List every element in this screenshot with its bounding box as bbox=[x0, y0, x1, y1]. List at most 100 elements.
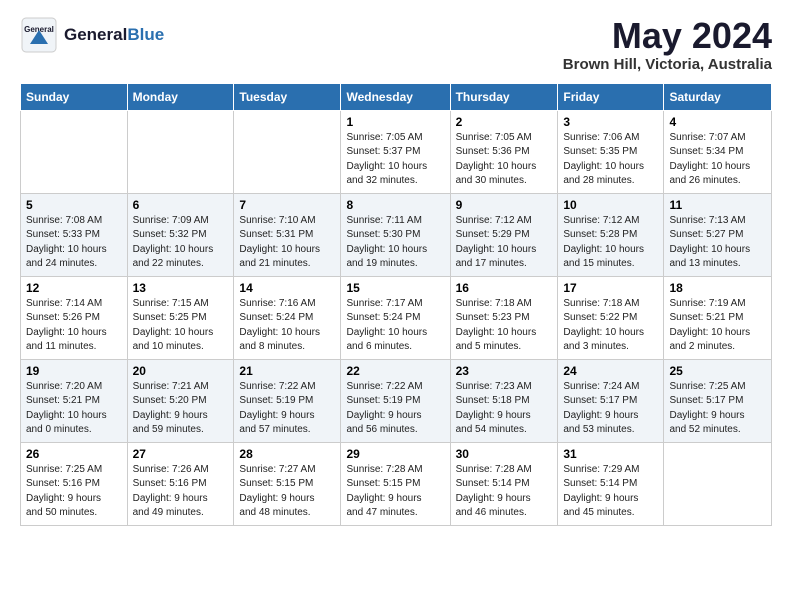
day-info: Sunrise: 7:12 AMSunset: 5:28 PMDaylight:… bbox=[563, 214, 658, 272]
day-info: Sunrise: 7:19 AMSunset: 5:21 PMDaylight:… bbox=[669, 297, 766, 355]
day-info: Sunrise: 7:08 AMSunset: 5:33 PMDaylight:… bbox=[26, 214, 122, 272]
day-info: Sunrise: 7:14 AMSunset: 5:26 PMDaylight:… bbox=[26, 297, 122, 355]
week-row-2: 5 Sunrise: 7:08 AMSunset: 5:33 PMDaylight… bbox=[21, 193, 772, 276]
cell-w5-d1: 27Sunrise: 7:26 AMSunset: 5:16 PMDayligh… bbox=[127, 442, 234, 525]
day-info: Sunrise: 7:28 AMSunset: 5:15 PMDaylight:… bbox=[346, 463, 444, 521]
day-info: Sunrise: 7:15 AMSunset: 5:25 PMDaylight:… bbox=[133, 297, 229, 355]
day-info: Sunrise: 7:10 AMSunset: 5:31 PMDaylight:… bbox=[239, 214, 335, 272]
cell-w4-d5: 24Sunrise: 7:24 AMSunset: 5:17 PMDayligh… bbox=[558, 359, 664, 442]
day-number: 15 bbox=[346, 281, 444, 295]
cell-w3-d3: 15 Sunrise: 7:17 AMSunset: 5:24 PMDayligh… bbox=[341, 276, 450, 359]
cell-w1-d1 bbox=[127, 110, 234, 193]
day-number: 7 bbox=[239, 198, 335, 212]
day-number: 31 bbox=[563, 447, 658, 461]
cell-w3-d0: 12Sunrise: 7:14 AMSunset: 5:26 PMDayligh… bbox=[21, 276, 128, 359]
day-number: 3 bbox=[563, 115, 658, 129]
cell-w5-d2: 28 Sunrise: 7:27 AMSunset: 5:15 PMDayligh… bbox=[234, 442, 341, 525]
day-info: Sunrise: 7:11 AMSunset: 5:30 PMDaylight:… bbox=[346, 214, 444, 272]
cell-w3-d1: 13 Sunrise: 7:15 AMSunset: 5:25 PMDayligh… bbox=[127, 276, 234, 359]
month-title: May 2024 bbox=[563, 16, 772, 56]
cell-w4-d4: 23Sunrise: 7:23 AMSunset: 5:18 PMDayligh… bbox=[450, 359, 558, 442]
calendar-table: Sunday Monday Tuesday Wednesday Thursday… bbox=[20, 83, 772, 526]
header-friday: Friday bbox=[558, 83, 664, 110]
day-number: 1 bbox=[346, 115, 444, 129]
day-info: Sunrise: 7:26 AMSunset: 5:16 PMDaylight:… bbox=[133, 463, 229, 521]
cell-w1-d0 bbox=[21, 110, 128, 193]
cell-w2-d2: 7 Sunrise: 7:10 AMSunset: 5:31 PMDaylight… bbox=[234, 193, 341, 276]
cell-w2-d1: 6 Sunrise: 7:09 AMSunset: 5:32 PMDaylight… bbox=[127, 193, 234, 276]
day-info: Sunrise: 7:05 AMSunset: 5:37 PMDaylight:… bbox=[346, 131, 444, 189]
cell-w4-d1: 20 Sunrise: 7:21 AMSunset: 5:20 PMDayligh… bbox=[127, 359, 234, 442]
cell-w5-d4: 30Sunrise: 7:28 AMSunset: 5:14 PMDayligh… bbox=[450, 442, 558, 525]
day-info: Sunrise: 7:22 AMSunset: 5:19 PMDaylight:… bbox=[239, 380, 335, 438]
day-info: Sunrise: 7:22 AMSunset: 5:19 PMDaylight:… bbox=[346, 380, 444, 438]
day-number: 4 bbox=[669, 115, 766, 129]
cell-w1-d2 bbox=[234, 110, 341, 193]
cell-w4-d0: 19 Sunrise: 7:20 AMSunset: 5:21 PMDayligh… bbox=[21, 359, 128, 442]
day-info: Sunrise: 7:17 AMSunset: 5:24 PMDaylight:… bbox=[346, 297, 444, 355]
logo-blue: Blue bbox=[127, 25, 164, 44]
cell-w2-d6: 11Sunrise: 7:13 AMSunset: 5:27 PMDayligh… bbox=[664, 193, 772, 276]
header-saturday: Saturday bbox=[664, 83, 772, 110]
day-info: Sunrise: 7:25 AMSunset: 5:16 PMDaylight:… bbox=[26, 463, 122, 521]
page: { "header": { "logo_general": "General",… bbox=[0, 0, 792, 542]
logo: General GeneralBlue bbox=[20, 16, 164, 54]
day-number: 19 bbox=[26, 364, 122, 378]
logo-icon: General bbox=[20, 16, 58, 54]
day-number: 8 bbox=[346, 198, 444, 212]
day-number: 11 bbox=[669, 198, 766, 212]
day-info: Sunrise: 7:21 AMSunset: 5:20 PMDaylight:… bbox=[133, 380, 229, 438]
day-number: 22 bbox=[346, 364, 444, 378]
day-number: 14 bbox=[239, 281, 335, 295]
day-info: Sunrise: 7:20 AMSunset: 5:21 PMDaylight:… bbox=[26, 380, 122, 438]
day-number: 21 bbox=[239, 364, 335, 378]
header-monday: Monday bbox=[127, 83, 234, 110]
cell-w3-d4: 16Sunrise: 7:18 AMSunset: 5:23 PMDayligh… bbox=[450, 276, 558, 359]
day-number: 10 bbox=[563, 198, 658, 212]
day-info: Sunrise: 7:25 AMSunset: 5:17 PMDaylight:… bbox=[669, 380, 766, 438]
day-info: Sunrise: 7:27 AMSunset: 5:15 PMDaylight:… bbox=[239, 463, 335, 521]
week-row-3: 12Sunrise: 7:14 AMSunset: 5:26 PMDayligh… bbox=[21, 276, 772, 359]
day-info: Sunrise: 7:12 AMSunset: 5:29 PMDaylight:… bbox=[456, 214, 553, 272]
cell-w3-d6: 18 Sunrise: 7:19 AMSunset: 5:21 PMDayligh… bbox=[664, 276, 772, 359]
day-number: 13 bbox=[133, 281, 229, 295]
day-info: Sunrise: 7:29 AMSunset: 5:14 PMDaylight:… bbox=[563, 463, 658, 521]
cell-w4-d2: 21 Sunrise: 7:22 AMSunset: 5:19 PMDayligh… bbox=[234, 359, 341, 442]
day-number: 17 bbox=[563, 281, 658, 295]
title-block: May 2024 Brown Hill, Victoria, Australia bbox=[563, 16, 772, 73]
day-info: Sunrise: 7:18 AMSunset: 5:22 PMDaylight:… bbox=[563, 297, 658, 355]
week-row-1: 1 Sunrise: 7:05 AMSunset: 5:37 PMDaylight… bbox=[21, 110, 772, 193]
day-info: Sunrise: 7:18 AMSunset: 5:23 PMDaylight:… bbox=[456, 297, 553, 355]
cell-w5-d3: 29 Sunrise: 7:28 AMSunset: 5:15 PMDayligh… bbox=[341, 442, 450, 525]
cell-w5-d0: 26 Sunrise: 7:25 AMSunset: 5:16 PMDayligh… bbox=[21, 442, 128, 525]
cell-w2-d0: 5 Sunrise: 7:08 AMSunset: 5:33 PMDaylight… bbox=[21, 193, 128, 276]
day-number: 6 bbox=[133, 198, 229, 212]
day-number: 26 bbox=[26, 447, 122, 461]
day-info: Sunrise: 7:16 AMSunset: 5:24 PMDaylight:… bbox=[239, 297, 335, 355]
day-info: Sunrise: 7:05 AMSunset: 5:36 PMDaylight:… bbox=[456, 131, 553, 189]
day-number: 18 bbox=[669, 281, 766, 295]
day-info: Sunrise: 7:09 AMSunset: 5:32 PMDaylight:… bbox=[133, 214, 229, 272]
cell-w5-d6 bbox=[664, 442, 772, 525]
cell-w2-d4: 9 Sunrise: 7:12 AMSunset: 5:29 PMDaylight… bbox=[450, 193, 558, 276]
day-number: 20 bbox=[133, 364, 229, 378]
day-number: 9 bbox=[456, 198, 553, 212]
header-tuesday: Tuesday bbox=[234, 83, 341, 110]
week-row-4: 19 Sunrise: 7:20 AMSunset: 5:21 PMDayligh… bbox=[21, 359, 772, 442]
cell-w2-d3: 8 Sunrise: 7:11 AMSunset: 5:30 PMDaylight… bbox=[341, 193, 450, 276]
day-number: 23 bbox=[456, 364, 553, 378]
day-info: Sunrise: 7:28 AMSunset: 5:14 PMDaylight:… bbox=[456, 463, 553, 521]
location-title: Brown Hill, Victoria, Australia bbox=[563, 56, 772, 73]
day-info: Sunrise: 7:24 AMSunset: 5:17 PMDaylight:… bbox=[563, 380, 658, 438]
day-info: Sunrise: 7:07 AMSunset: 5:34 PMDaylight:… bbox=[669, 131, 766, 189]
day-number: 5 bbox=[26, 198, 122, 212]
cell-w2-d5: 10 Sunrise: 7:12 AMSunset: 5:28 PMDayligh… bbox=[558, 193, 664, 276]
weekday-header-row: Sunday Monday Tuesday Wednesday Thursday… bbox=[21, 83, 772, 110]
day-number: 29 bbox=[346, 447, 444, 461]
cell-w3-d2: 14 Sunrise: 7:16 AMSunset: 5:24 PMDayligh… bbox=[234, 276, 341, 359]
week-row-5: 26 Sunrise: 7:25 AMSunset: 5:16 PMDayligh… bbox=[21, 442, 772, 525]
day-number: 28 bbox=[239, 447, 335, 461]
cell-w1-d4: 2Sunrise: 7:05 AMSunset: 5:36 PMDaylight… bbox=[450, 110, 558, 193]
day-number: 25 bbox=[669, 364, 766, 378]
cell-w1-d6: 4 Sunrise: 7:07 AMSunset: 5:34 PMDaylight… bbox=[664, 110, 772, 193]
